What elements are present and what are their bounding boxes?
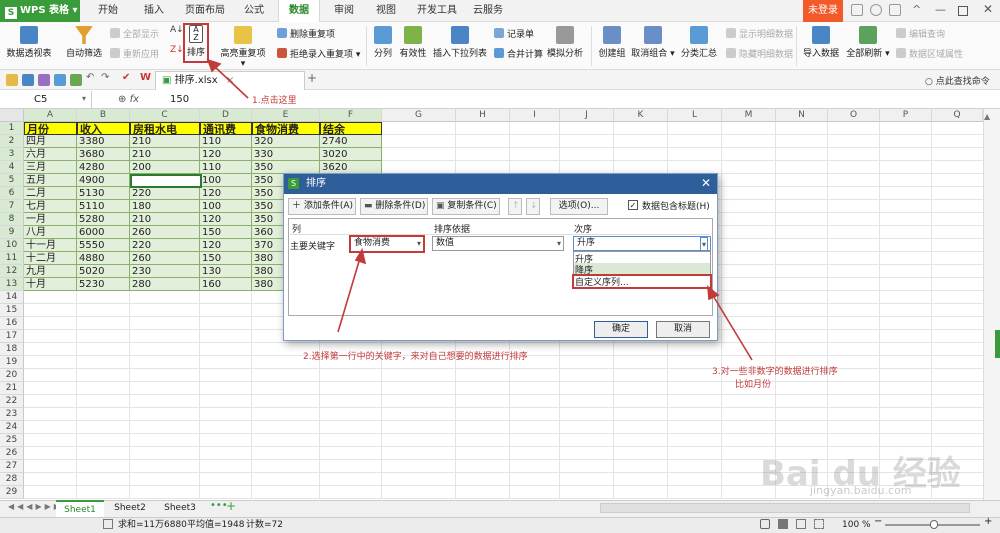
page-layout-view-icon[interactable]	[796, 519, 806, 529]
page-break-view-icon[interactable]	[814, 519, 824, 529]
arrow-3	[711, 293, 753, 361]
annotation-step-3b: 比如月份	[735, 380, 772, 390]
sheet-tab-3[interactable]: Sheet3	[156, 500, 204, 517]
macro-icon[interactable]	[103, 519, 113, 529]
sheet-tab-2[interactable]: Sheet2	[106, 500, 154, 517]
sheet-nav-arrows[interactable]: ◀◀◀▶▶▶	[8, 502, 63, 511]
arrowhead-3	[707, 285, 720, 301]
horizontal-scrollbar[interactable]	[600, 503, 970, 513]
watermark-url: jingyan.baidu.com	[810, 484, 912, 497]
zoom-slider-thumb[interactable]	[930, 520, 938, 529]
status-count: 计数=72	[246, 520, 283, 530]
zoom-in-icon[interactable]: +	[984, 516, 992, 527]
eye-protection-icon[interactable]	[760, 519, 770, 529]
normal-view-icon[interactable]	[778, 519, 788, 529]
annotation-step-3: 3.对一些非数字的数据进行排序	[712, 367, 838, 377]
status-sum: 求和=11万6880	[118, 520, 187, 530]
arrow-1	[213, 65, 249, 99]
add-sheet-icon[interactable]: +	[226, 499, 236, 513]
status-average: 平均值=1948	[187, 520, 245, 530]
sheet-tab-1[interactable]: Sheet1	[56, 500, 104, 517]
zoom-level[interactable]: 100 %	[842, 517, 871, 533]
zoom-out-icon[interactable]: −	[874, 516, 882, 527]
annotation-step-2: 2.选择第一行中的关键字，来对自己想要的数据进行排序	[303, 352, 528, 362]
arrowhead-2	[354, 247, 367, 265]
annotation-step-1: 1.点击这里	[252, 96, 297, 106]
arrow-2	[337, 257, 361, 333]
